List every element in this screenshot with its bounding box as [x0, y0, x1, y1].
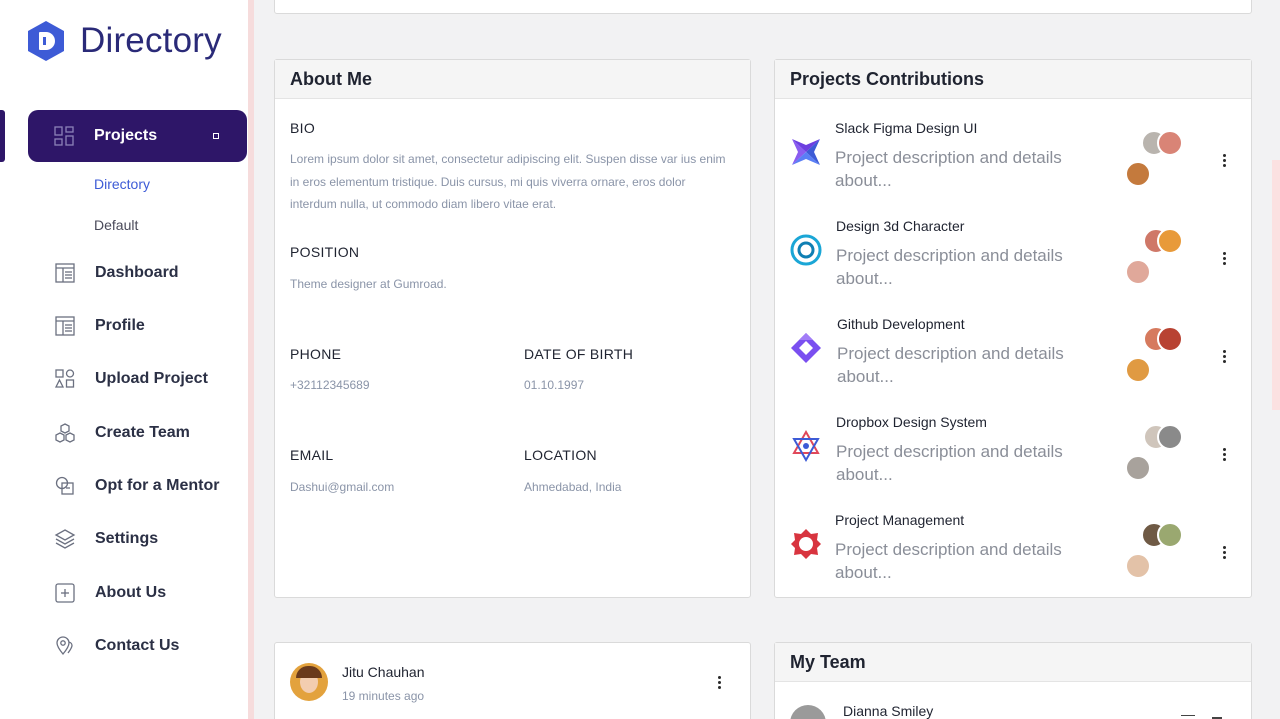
- avatar: [790, 705, 826, 719]
- shapes-icon: [54, 369, 75, 388]
- dob-label: DATE OF BIRTH: [524, 346, 634, 362]
- sidebar-item-label: Opt for a Mentor: [95, 477, 220, 494]
- more-options-icon[interactable]: [1223, 154, 1227, 168]
- sidebar-item-label: Profile: [95, 317, 145, 334]
- project-title[interactable]: Github Development: [837, 316, 965, 332]
- sidebar-item-contact-us[interactable]: Contact Us: [54, 634, 179, 658]
- post-time: 19 minutes ago: [342, 689, 425, 703]
- app-title: Directory: [80, 21, 222, 60]
- sidebar-item-label: About Us: [95, 584, 167, 601]
- project-item[interactable]: Slack Figma Design UI Project descriptio…: [775, 100, 1253, 198]
- sidebar-border: [248, 0, 254, 719]
- avatar: [1157, 228, 1183, 254]
- avatar: [1125, 455, 1151, 481]
- plus-square-icon: [55, 583, 75, 603]
- design-3d-logo-icon: [790, 234, 822, 266]
- avatar: [1157, 424, 1183, 450]
- more-options-icon[interactable]: [1223, 546, 1227, 560]
- project-management-logo-icon: [791, 529, 821, 559]
- sidebar-item-label: Upload Project: [95, 370, 208, 387]
- location-label: LOCATION: [524, 447, 597, 463]
- layout-icon: [55, 316, 75, 336]
- avatar: [1157, 130, 1183, 156]
- avatar: [1125, 259, 1151, 285]
- avatar: [1125, 553, 1151, 579]
- dropbox-design-logo-icon: [792, 429, 820, 463]
- projects-title: Projects Contributions: [775, 60, 1251, 99]
- more-options-icon[interactable]: [1223, 350, 1227, 364]
- project-title[interactable]: Project Management: [835, 512, 964, 528]
- email-label: EMAIL: [290, 447, 334, 463]
- avatar: [290, 663, 328, 701]
- project-item[interactable]: Github Development Project description a…: [775, 296, 1253, 394]
- project-item[interactable]: Project Management Project description a…: [775, 492, 1253, 590]
- sidebar-item-opt-for-a-mentor[interactable]: Opt for a Mentor: [54, 474, 219, 498]
- avatar: [1157, 326, 1183, 352]
- projects-contributions-card: Projects Contributions Slack Figma Desig…: [774, 59, 1252, 598]
- sidebar-item-label: Projects: [94, 127, 158, 144]
- call-icon[interactable]: [1181, 715, 1195, 719]
- location-value: Ahmedabad, India: [524, 480, 622, 494]
- team-member-name[interactable]: Dianna Smiley: [843, 703, 933, 719]
- post-author[interactable]: Jitu Chauhan: [342, 664, 425, 680]
- sidebar-subitem-default[interactable]: Default: [94, 217, 138, 233]
- project-item[interactable]: Dropbox Design System Project descriptio…: [775, 394, 1253, 492]
- logo-icon: [28, 21, 64, 61]
- project-description: Project description and details about...: [836, 246, 1063, 288]
- bio-text: Lorem ipsum dolor sit amet, consectetur …: [290, 152, 726, 211]
- cubes-icon: [55, 423, 75, 443]
- scrollbar[interactable]: [1272, 160, 1280, 410]
- sidebar-item-create-team[interactable]: Create Team: [54, 421, 190, 445]
- sidebar-item-label: Settings: [95, 530, 159, 547]
- layers-icon: [54, 529, 76, 549]
- sidebar-item-projects[interactable]: Projects: [28, 110, 247, 162]
- sidebar-item-about-us[interactable]: About Us: [54, 581, 166, 605]
- location-pin-icon: [56, 636, 73, 656]
- about-me-title: About Me: [275, 60, 750, 99]
- sidebar-item-profile[interactable]: Profile: [54, 314, 145, 338]
- sidebar-item-dashboard[interactable]: Dashboard: [54, 261, 179, 285]
- avatar: [1125, 161, 1151, 187]
- project-description: Project description and details about...: [837, 344, 1064, 386]
- layout-icon: [55, 263, 75, 283]
- github-development-logo-icon: [791, 333, 821, 363]
- about-me-card: About Me BIO Lorem ipsum dolor sit amet,…: [274, 59, 751, 598]
- more-options-icon[interactable]: [1223, 252, 1227, 266]
- dob-value: 01.10.1997: [524, 378, 585, 392]
- bio-label: BIO: [290, 120, 316, 136]
- grid-icon: [54, 126, 74, 146]
- slack-figma-logo-icon: [792, 139, 820, 165]
- sidebar-subitem-directory[interactable]: Directory: [94, 176, 150, 192]
- project-title[interactable]: Slack Figma Design UI: [835, 120, 977, 136]
- my-team-card: My Team Dianna Smiley: [774, 642, 1252, 719]
- collapse-icon[interactable]: [213, 133, 219, 139]
- app-logo[interactable]: Directory: [26, 20, 222, 62]
- project-item[interactable]: Design 3d Character Project description …: [775, 198, 1253, 296]
- avatar: [1125, 357, 1151, 383]
- mentor-icon: [55, 476, 74, 495]
- sidebar-item-label: Create Team: [95, 424, 190, 441]
- my-team-title: My Team: [775, 643, 1251, 682]
- project-description: Project description and details about...: [835, 540, 1062, 582]
- more-options-icon[interactable]: [718, 676, 722, 690]
- project-description: Project description and details about...: [835, 148, 1062, 190]
- top-card: [274, 0, 1252, 14]
- project-title[interactable]: Design 3d Character: [836, 218, 964, 234]
- activity-post-card: Jitu Chauhan 19 minutes ago: [274, 642, 751, 719]
- email-value[interactable]: Dashui@gmail.com: [290, 476, 394, 499]
- sidebar-item-label: Dashboard: [95, 264, 179, 281]
- sidebar-item-settings[interactable]: Settings: [54, 527, 158, 551]
- project-title[interactable]: Dropbox Design System: [836, 414, 987, 430]
- phone-label: PHONE: [290, 346, 342, 362]
- project-description: Project description and details about...: [836, 442, 1063, 484]
- sidebar: Directory Projects Directory Default Das…: [0, 0, 248, 719]
- active-indicator: [0, 110, 5, 162]
- more-options-icon[interactable]: [1223, 448, 1227, 462]
- sidebar-item-label: Contact Us: [95, 637, 180, 654]
- position-value: Theme designer at Gumroad.: [290, 277, 447, 291]
- phone-value[interactable]: +32112345689: [290, 374, 370, 397]
- position-label: POSITION: [290, 244, 360, 260]
- sidebar-item-upload-project[interactable]: Upload Project: [54, 367, 208, 391]
- avatar: [1157, 522, 1183, 548]
